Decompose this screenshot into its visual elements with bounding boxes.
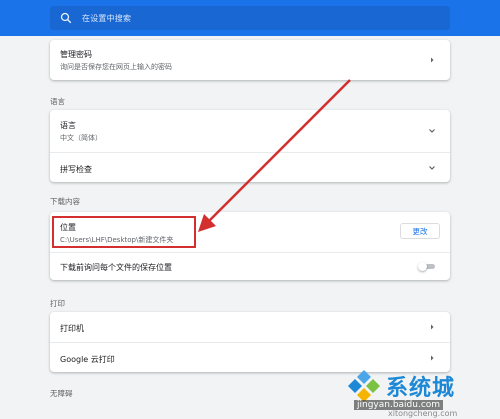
- watermark-brand: 系统城: [386, 376, 456, 401]
- settings-page: 在设置中搜索 管理密码 询问是否保存您在网页上输入的密码 语言 语言 中文（简体…: [0, 0, 500, 419]
- windows-logo-icon: [348, 370, 380, 402]
- watermark: 系统城 jingyan.baidu.com xitongcheng.com: [344, 366, 500, 419]
- annotation-arrow: [198, 79, 351, 232]
- watermark-url-secondary: xitongcheng.com: [388, 409, 458, 418]
